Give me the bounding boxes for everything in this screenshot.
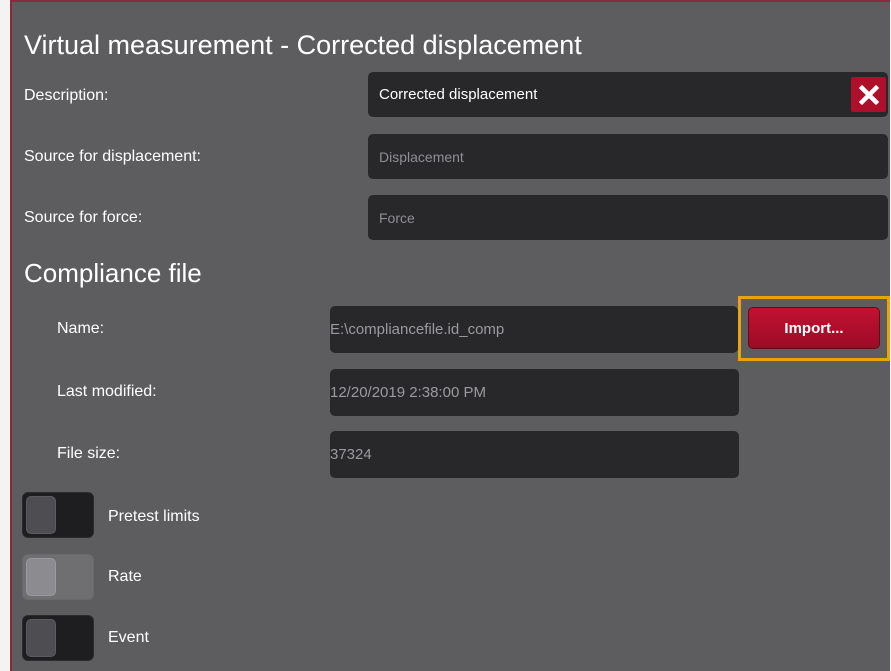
source-displacement-label: Source for displacement: <box>24 148 201 165</box>
file-size-value: 37324 <box>330 446 372 463</box>
file-size-field: 37324 <box>330 431 739 478</box>
import-button[interactable]: Import... <box>748 307 880 349</box>
last-modified-label: Last modified: <box>57 383 157 400</box>
description-field[interactable]: Corrected displacement <box>368 72 888 117</box>
pretest-limits-label: Pretest limits <box>108 508 200 525</box>
event-toggle[interactable] <box>22 615 94 661</box>
source-displacement-value: Displacement <box>379 148 464 165</box>
source-displacement-field[interactable]: Displacement <box>368 134 888 179</box>
event-label: Event <box>108 629 149 646</box>
rate-toggle <box>22 554 94 600</box>
last-modified-field: 12/20/2019 2:38:00 PM <box>330 369 739 416</box>
import-highlight-frame: Import... <box>738 296 890 361</box>
last-modified-value: 12/20/2019 2:38:00 PM <box>330 384 486 401</box>
description-label: Description: <box>24 87 109 104</box>
compliance-name-label: Name: <box>57 320 105 337</box>
page-title: Virtual measurement - Corrected displace… <box>24 30 582 60</box>
close-icon <box>858 84 879 105</box>
source-force-value: Force <box>379 209 415 226</box>
virtual-measurement-panel: Virtual measurement - Corrected displace… <box>10 0 890 671</box>
description-value: Corrected displacement <box>379 86 538 103</box>
compliance-file-heading: Compliance file <box>24 258 202 288</box>
compliance-name-value: E:\compliancefile.id_comp <box>330 321 505 338</box>
toggle-knob <box>26 558 56 596</box>
pretest-limits-toggle[interactable] <box>22 492 94 538</box>
compliance-name-field: E:\compliancefile.id_comp <box>330 306 738 353</box>
clear-description-button[interactable] <box>851 77 886 112</box>
source-force-field[interactable]: Force <box>368 195 888 240</box>
toggle-knob <box>26 496 56 534</box>
source-force-label: Source for force: <box>24 209 143 226</box>
toggle-knob <box>26 619 56 657</box>
file-size-label: File size: <box>57 445 121 462</box>
rate-label: Rate <box>108 568 142 585</box>
